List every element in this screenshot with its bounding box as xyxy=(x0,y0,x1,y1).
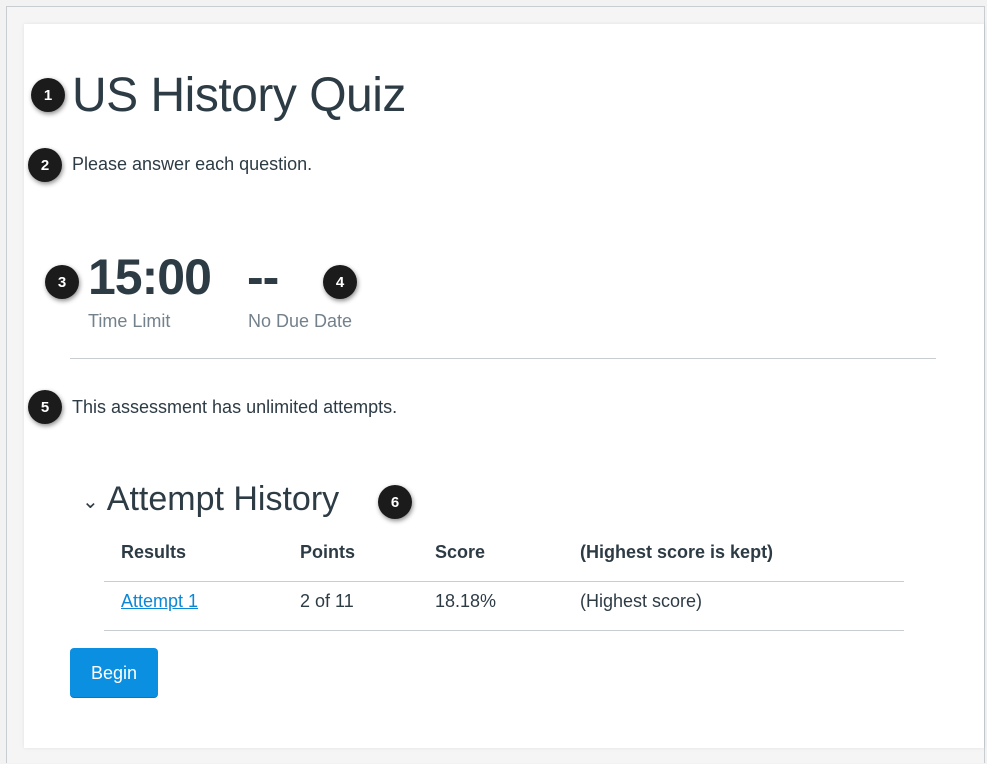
divider xyxy=(70,358,936,359)
quiz-instructions: Please answer each question. xyxy=(72,154,313,174)
due-date-label: No Due Date xyxy=(248,311,353,331)
column-header-score: Score xyxy=(435,542,486,562)
chevron-down-icon: ⌄ xyxy=(82,491,99,513)
time-limit-value: 15:00 xyxy=(88,249,212,305)
table-header-row: Results Points Score (Highest score is k… xyxy=(104,533,904,582)
column-header-kept: (Highest score is kept) xyxy=(580,542,774,562)
attempt-1-link[interactable]: Attempt 1 xyxy=(121,591,198,612)
annotation-badge-6: 6 xyxy=(378,485,412,519)
attempt-history-toggle[interactable]: ⌄ Attempt History xyxy=(82,480,339,519)
annotation-badge-3: 3 xyxy=(45,265,79,299)
attempt-history-title: Attempt History xyxy=(106,480,340,518)
quiz-card xyxy=(24,24,984,748)
annotation-badge-5: 5 xyxy=(28,390,62,424)
begin-button[interactable]: Begin xyxy=(70,648,158,698)
annotation-badge-2: 2 xyxy=(28,148,62,182)
attempts-info: This assessment has unlimited attempts. xyxy=(72,397,398,417)
annotation-badge-4: 4 xyxy=(323,265,357,299)
table-row: Attempt 1 2 of 11 18.18% (Highest score) xyxy=(104,582,904,631)
attempt-score: 18.18% xyxy=(435,591,497,611)
column-header-results: Results xyxy=(121,542,187,562)
due-date-value: -- xyxy=(247,249,279,305)
attempt-note: (Highest score) xyxy=(580,591,703,611)
quiz-title: US History Quiz xyxy=(72,69,406,122)
attempt-history-table: Results Points Score (Highest score is k… xyxy=(104,533,904,631)
column-header-points: Points xyxy=(300,542,356,562)
time-limit-label: Time Limit xyxy=(88,311,171,331)
annotation-badge-1: 1 xyxy=(31,78,65,112)
attempt-points: 2 of 11 xyxy=(300,591,354,611)
